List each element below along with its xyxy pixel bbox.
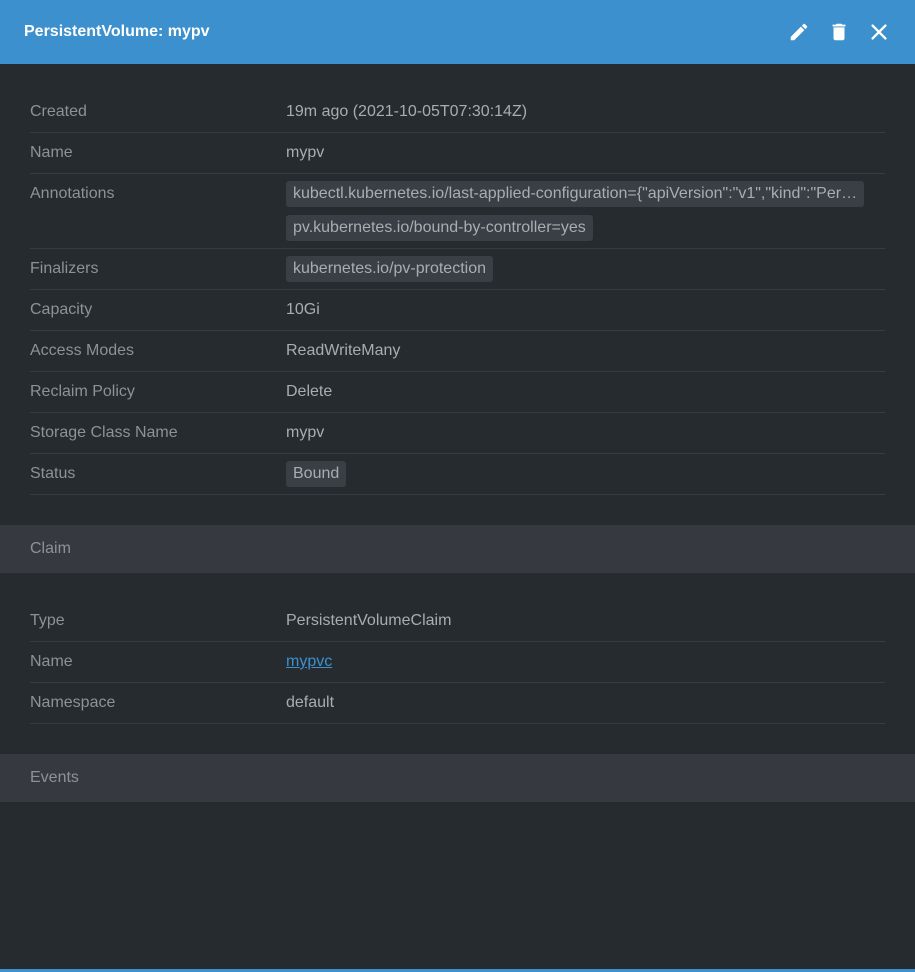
claim-name-link[interactable]: mypvc — [286, 653, 332, 670]
row-created: Created 19m ago (2021-10-05T07:30:14Z) — [30, 92, 885, 133]
drawer-content: Created 19m ago (2021-10-05T07:30:14Z) N… — [0, 64, 915, 970]
name-value: mypv — [286, 144, 325, 161]
annotations-label: Annotations — [30, 185, 115, 202]
row-claim-type: Type PersistentVolumeClaim — [30, 601, 885, 642]
claim-section-title: Claim — [30, 540, 71, 557]
storage-class-value: mypv — [286, 424, 325, 441]
reclaim-policy-value: Delete — [286, 383, 333, 400]
annotation-chip: pv.kubernetes.io/bound-by-controller=yes — [286, 215, 593, 241]
status-label: Status — [30, 465, 76, 482]
close-icon — [870, 23, 887, 40]
close-button[interactable] — [866, 18, 891, 45]
row-reclaim-policy: Reclaim Policy Delete — [30, 372, 885, 413]
claim-section: Type PersistentVolumeClaim Name mypvc Na… — [0, 573, 915, 724]
claim-type-value: PersistentVolumeClaim — [286, 612, 452, 629]
row-claim-namespace: Namespace default — [30, 683, 885, 724]
storage-class-label: Storage Class Name — [30, 424, 178, 441]
edit-button[interactable] — [786, 18, 811, 45]
events-section-title: Events — [30, 769, 79, 786]
annotation-chip: kubectl.kubernetes.io/last-applied-confi… — [286, 181, 865, 207]
claim-section-header: Claim — [0, 525, 915, 573]
finalizers-list: kubernetes.io/pv-protection — [286, 249, 885, 289]
row-finalizers: Finalizers kubernetes.io/pv-protection — [30, 249, 885, 290]
status-badge: Bound — [286, 461, 347, 487]
claim-name-cell: mypvc — [286, 642, 885, 682]
reclaim-policy-label: Reclaim Policy — [30, 383, 135, 400]
claim-namespace-value: default — [286, 694, 335, 711]
access-modes-label: Access Modes — [30, 342, 135, 359]
claim-type-label: Type — [30, 612, 65, 629]
header-actions — [786, 18, 891, 45]
capacity-label: Capacity — [30, 301, 93, 318]
row-name: Name mypv — [30, 133, 885, 174]
details-section: Created 19m ago (2021-10-05T07:30:14Z) N… — [0, 64, 915, 495]
edit-icon — [790, 23, 807, 40]
row-access-modes: Access Modes ReadWriteMany — [30, 331, 885, 372]
access-modes-value: ReadWriteMany — [286, 342, 401, 359]
row-status: Status Bound — [30, 454, 885, 495]
annotations-list: kubectl.kubernetes.io/last-applied-confi… — [286, 174, 885, 248]
row-storage-class: Storage Class Name mypv — [30, 413, 885, 454]
created-value: 19m ago (2021-10-05T07:30:14Z) — [286, 103, 528, 120]
events-section-header: Events — [0, 754, 915, 802]
drawer-header: PersistentVolume: mypv — [0, 0, 915, 64]
row-capacity: Capacity 10Gi — [30, 290, 885, 331]
finalizers-label: Finalizers — [30, 260, 99, 277]
drawer-title: PersistentVolume: mypv — [24, 23, 210, 40]
claim-name-label: Name — [30, 653, 73, 670]
capacity-value: 10Gi — [286, 301, 320, 318]
claim-namespace-label: Namespace — [30, 694, 116, 711]
delete-button[interactable] — [826, 18, 851, 45]
row-annotations: Annotations kubectl.kubernetes.io/last-a… — [30, 174, 885, 249]
created-label: Created — [30, 103, 87, 120]
row-claim-name: Name mypvc — [30, 642, 885, 683]
status-list: Bound — [286, 454, 885, 494]
finalizer-chip: kubernetes.io/pv-protection — [286, 256, 493, 282]
name-label: Name — [30, 144, 73, 161]
delete-icon — [832, 23, 845, 40]
